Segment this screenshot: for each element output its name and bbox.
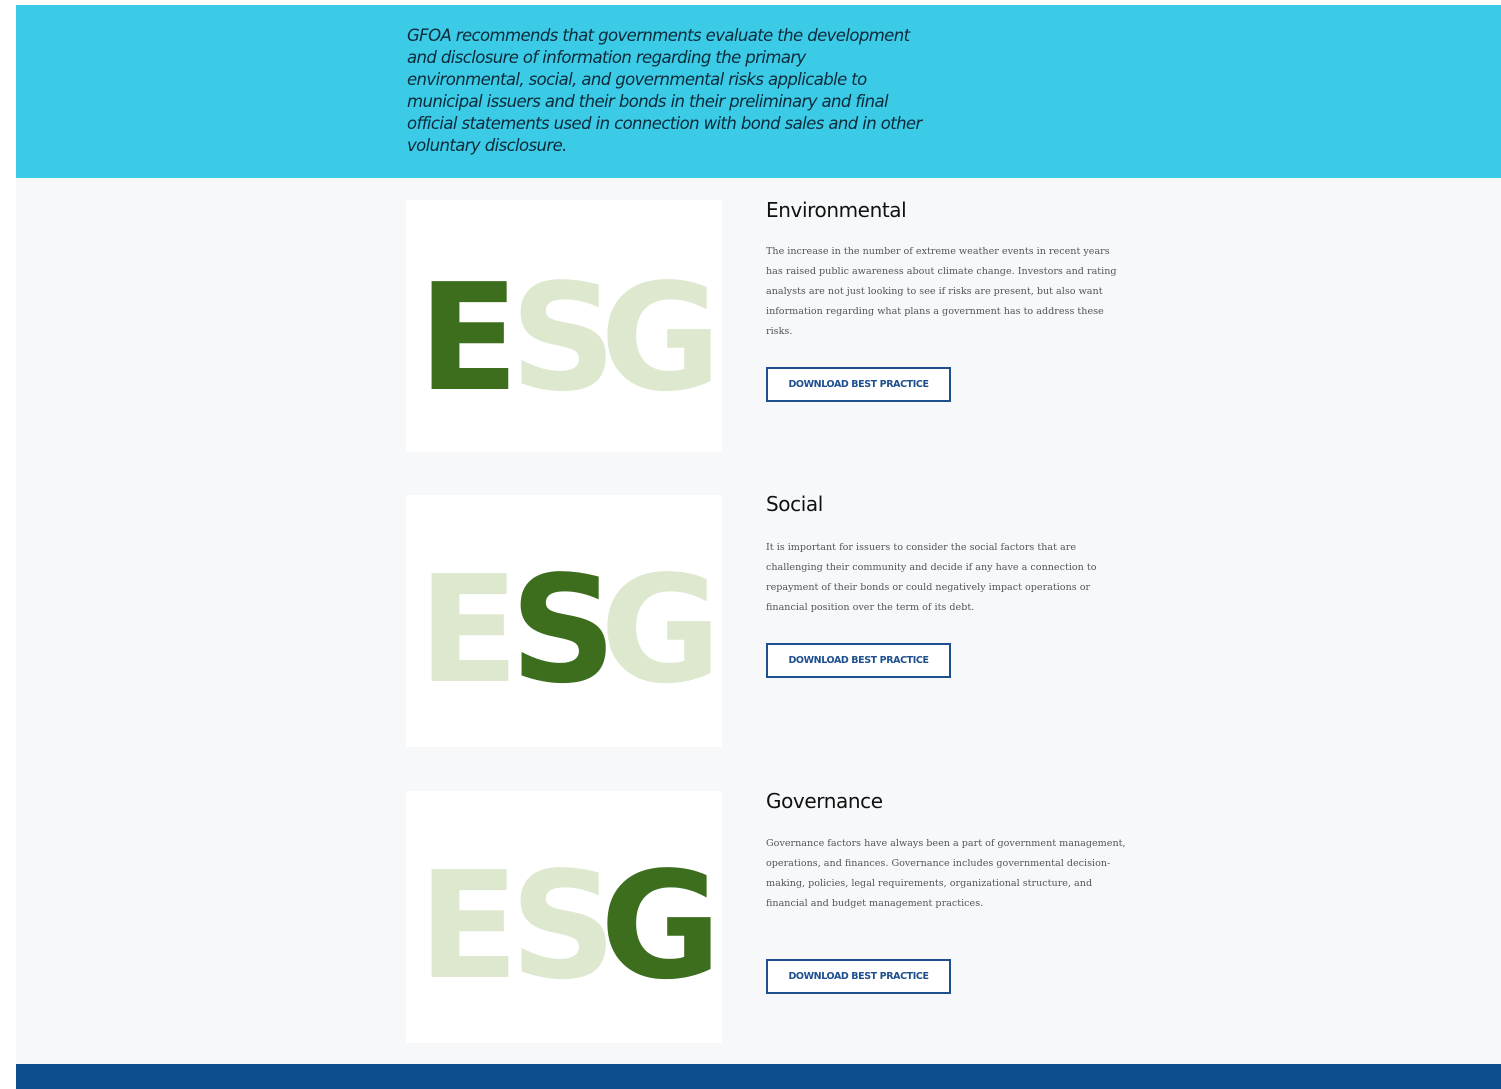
section-title-social: Social: [766, 492, 823, 516]
download-best-practice-social-button[interactable]: DOWNLOAD BEST PRACTICE: [766, 643, 951, 678]
section-body-governance: Governance factors have always been a pa…: [766, 838, 1126, 909]
esg-sections: E S G Environmental The increase in the …: [16, 178, 1501, 1064]
download-best-practice-environmental-button[interactable]: DOWNLOAD BEST PRACTICE: [766, 367, 951, 402]
esg-letter-s: S: [510, 840, 611, 1012]
section-title-governance: Governance: [766, 789, 883, 813]
footer-bar: [16, 1064, 1501, 1089]
esg-letter-e: E: [418, 544, 513, 716]
esg-letter-s: S: [510, 544, 611, 716]
esg-letter-g: G: [600, 840, 715, 1012]
esg-letter-g: G: [600, 252, 715, 424]
esg-image-governance: E S G: [406, 791, 722, 1043]
section-title-environmental: Environmental: [766, 198, 907, 222]
left-gutter: [0, 0, 16, 1089]
esg-letter-e: E: [418, 840, 513, 1012]
esg-letter-e: E: [418, 252, 513, 424]
recommendation-banner: GFOA recommends that governments evaluat…: [16, 5, 1501, 178]
esg-letters-graphic: E S G: [418, 840, 721, 1012]
download-best-practice-governance-button[interactable]: DOWNLOAD BEST PRACTICE: [766, 959, 951, 994]
esg-image-social: E S G: [406, 495, 722, 747]
esg-letters-graphic: E S G: [418, 544, 721, 716]
esg-letter-g: G: [600, 544, 715, 716]
esg-image-environmental: E S G: [406, 200, 722, 452]
esg-letters-graphic: E S G: [418, 252, 721, 424]
page: GFOA recommends that governments evaluat…: [0, 0, 1501, 1089]
section-body-environmental: The increase in the number of extreme we…: [766, 246, 1117, 337]
section-body-social: It is important for issuers to consider …: [766, 542, 1097, 613]
esg-letter-s: S: [510, 252, 611, 424]
recommendation-text: GFOA recommends that governments evaluat…: [407, 26, 922, 155]
